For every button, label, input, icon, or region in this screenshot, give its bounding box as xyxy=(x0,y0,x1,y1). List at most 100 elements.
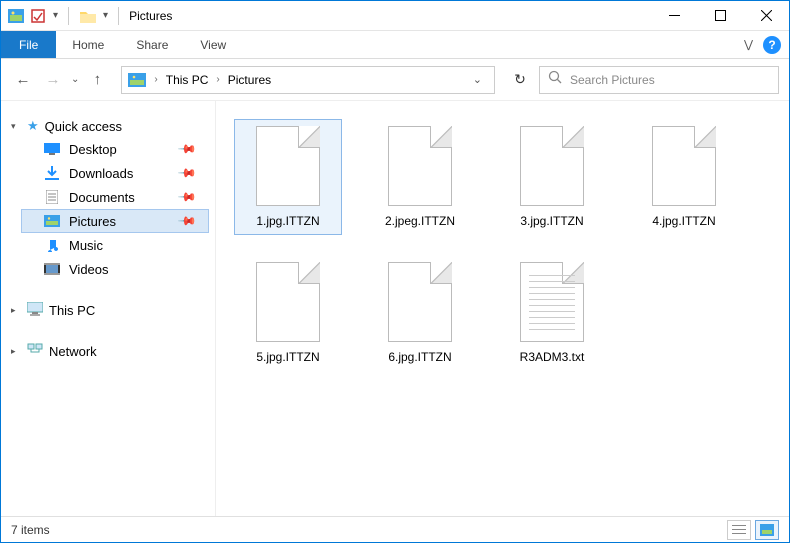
pin-icon: 📌 xyxy=(177,211,197,231)
sidebar-item-desktop[interactable]: Desktop 📌 xyxy=(21,137,209,161)
minimize-button[interactable] xyxy=(651,1,697,31)
pin-icon: 📌 xyxy=(177,163,197,183)
nav-row: ← → ⌄ ↑ › This PC › Pictures ⌄ ↻ xyxy=(1,59,789,101)
sidebar-item-videos[interactable]: Videos xyxy=(21,257,209,281)
file-thumb xyxy=(388,126,452,206)
pictures-icon xyxy=(43,213,61,229)
file-thumb xyxy=(520,126,584,206)
sidebar-item-pictures[interactable]: Pictures 📌 xyxy=(21,209,209,233)
address-bar[interactable]: › This PC › Pictures ⌄ xyxy=(121,66,495,94)
help-icon[interactable]: ? xyxy=(763,36,781,54)
desktop-icon xyxy=(43,141,61,157)
item-count: 7 items xyxy=(11,523,50,537)
tab-home[interactable]: Home xyxy=(56,31,120,58)
network-label: Network xyxy=(49,344,97,359)
file-item[interactable]: 2.jpeg.ITTZN xyxy=(366,119,474,235)
title-divider xyxy=(118,7,119,25)
file-view[interactable]: 1.jpg.ITTZN 2.jpeg.ITTZN 3.jpg.ITTZN 4.jpg.… xyxy=(216,101,789,516)
videos-icon xyxy=(43,261,61,277)
this-pc-icon xyxy=(27,302,43,319)
file-item[interactable]: R3ADM3.txt xyxy=(498,255,606,371)
sidebar-item-label: Desktop xyxy=(69,142,117,157)
this-pc-label: This PC xyxy=(49,303,95,318)
search-icon xyxy=(548,70,562,89)
window-controls xyxy=(651,1,789,31)
sidebar-item-music[interactable]: Music xyxy=(21,233,209,257)
file-name: 2.jpeg.ITTZN xyxy=(385,214,455,228)
folder-menu-chevron-icon[interactable]: ▾ xyxy=(103,10,108,21)
pin-icon: 📌 xyxy=(177,187,197,207)
sidebar-item-label: Downloads xyxy=(69,166,133,181)
back-button[interactable]: ← xyxy=(11,71,35,88)
sidebar-item-downloads[interactable]: Downloads 📌 xyxy=(21,161,209,185)
network-icon xyxy=(27,343,43,360)
breadcrumb-sep-icon[interactable]: › xyxy=(216,74,219,85)
this-pc-group: ▸ This PC xyxy=(21,299,209,322)
sidebar-item-documents[interactable]: Documents 📌 xyxy=(21,185,209,209)
tab-view[interactable]: View xyxy=(184,31,242,58)
file-thumb xyxy=(256,262,320,342)
breadcrumb-root[interactable]: This PC xyxy=(166,73,209,87)
app-icon xyxy=(7,7,25,25)
ribbon: File Home Share View ⋁ ? xyxy=(1,31,789,59)
expand-caret-icon[interactable]: ▸ xyxy=(11,305,21,316)
star-icon: ★ xyxy=(27,118,39,134)
file-thumb xyxy=(520,262,584,342)
documents-icon xyxy=(43,189,61,205)
pictures-crumb-icon xyxy=(128,73,146,87)
window-title: Pictures xyxy=(129,9,172,23)
this-pc-header[interactable]: ▸ This PC xyxy=(21,299,209,322)
sidebar-item-label: Pictures xyxy=(69,214,116,229)
qat-divider xyxy=(68,7,69,25)
titlebar: ▾ ▾ Pictures xyxy=(1,1,789,31)
network-group: ▸ Network xyxy=(21,340,209,363)
search-box[interactable] xyxy=(539,66,779,94)
file-name: 5.jpg.ITTZN xyxy=(256,350,319,364)
file-thumb xyxy=(652,126,716,206)
breadcrumb-current[interactable]: Pictures xyxy=(228,73,271,87)
file-item[interactable]: 6.jpg.ITTZN xyxy=(366,255,474,371)
file-item[interactable]: 1.jpg.ITTZN xyxy=(234,119,342,235)
file-thumb xyxy=(256,126,320,206)
file-item[interactable]: 5.jpg.ITTZN xyxy=(234,255,342,371)
file-thumb xyxy=(388,262,452,342)
qat-menu-chevron-icon[interactable]: ▾ xyxy=(53,10,58,21)
body: ▾ ★ Quick access Desktop 📌 Downloads 📌 D xyxy=(1,101,789,516)
file-grid: 1.jpg.ITTZN 2.jpeg.ITTZN 3.jpg.ITTZN 4.jpg.… xyxy=(234,119,779,372)
maximize-button[interactable] xyxy=(697,1,743,31)
folder-icon xyxy=(79,7,97,25)
quick-access-label: Quick access xyxy=(45,119,122,134)
search-input[interactable] xyxy=(570,73,770,87)
ribbon-collapse-chevron-icon[interactable]: ⋁ xyxy=(744,38,753,51)
file-item[interactable]: 3.jpg.ITTZN xyxy=(498,119,606,235)
file-name: 4.jpg.ITTZN xyxy=(652,214,715,228)
quick-access-header[interactable]: ▾ ★ Quick access xyxy=(21,115,209,137)
network-header[interactable]: ▸ Network xyxy=(21,340,209,363)
qat-properties-icon[interactable] xyxy=(29,7,47,25)
file-tab[interactable]: File xyxy=(1,31,56,58)
status-bar: 7 items xyxy=(1,516,789,542)
view-details-button[interactable] xyxy=(727,520,751,540)
file-name: 6.jpg.ITTZN xyxy=(388,350,451,364)
file-name: 1.jpg.ITTZN xyxy=(256,214,319,228)
sidebar-item-label: Music xyxy=(69,238,103,253)
view-thumbnails-button[interactable] xyxy=(755,520,779,540)
sidebar-item-label: Videos xyxy=(69,262,109,277)
view-switcher xyxy=(727,520,779,540)
quick-access-group: ▾ ★ Quick access Desktop 📌 Downloads 📌 D xyxy=(21,115,209,281)
file-item[interactable]: 4.jpg.ITTZN xyxy=(630,119,738,235)
recent-locations-chevron-icon[interactable]: ⌄ xyxy=(71,74,79,85)
tab-share[interactable]: Share xyxy=(120,31,184,58)
expand-caret-icon[interactable]: ▾ xyxy=(11,121,21,132)
music-icon xyxy=(43,237,61,253)
sidebar-item-label: Documents xyxy=(69,190,135,205)
up-button[interactable]: ↑ xyxy=(85,71,109,88)
expand-caret-icon[interactable]: ▸ xyxy=(11,346,21,357)
forward-button[interactable]: → xyxy=(41,71,65,88)
file-name: R3ADM3.txt xyxy=(520,350,585,364)
address-dropdown-chevron-icon[interactable]: ⌄ xyxy=(467,73,488,86)
navigation-pane: ▾ ★ Quick access Desktop 📌 Downloads 📌 D xyxy=(1,101,216,516)
refresh-button[interactable]: ↻ xyxy=(507,71,533,88)
breadcrumb-sep-icon[interactable]: › xyxy=(154,74,157,85)
close-button[interactable] xyxy=(743,1,789,31)
